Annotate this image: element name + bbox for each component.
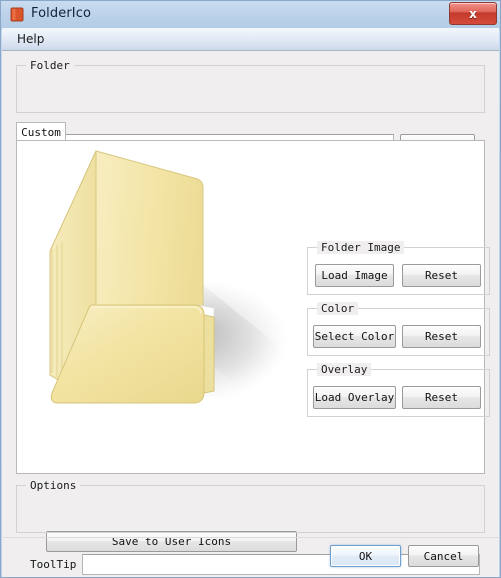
- overlay-group-label: Overlay: [317, 363, 372, 376]
- color-group-label: Color: [317, 302, 359, 315]
- load-image-button-label: Load Image: [321, 269, 388, 282]
- load-overlay-button-label: Load Overlay: [314, 391, 395, 404]
- ok-button-label: OK: [358, 549, 373, 563]
- reset-folder-image-button[interactable]: Reset: [402, 264, 481, 287]
- tab-control: Custom Folder Image Load Image Reset Col…: [16, 122, 490, 552]
- select-color-button[interactable]: Select Color: [313, 325, 396, 348]
- folder-image-group-label: Folder Image: [317, 241, 405, 254]
- close-icon: x: [469, 6, 477, 21]
- load-image-button[interactable]: Load Image: [315, 264, 394, 287]
- folder-group-label: Folder: [26, 59, 74, 72]
- reset-overlay-button[interactable]: Reset: [402, 386, 481, 409]
- cancel-button-label: Cancel: [423, 549, 464, 563]
- application-window: FolderIco x Help Folder Browse Custom: [0, 0, 501, 578]
- reset-overlay-button-label: Reset: [424, 391, 459, 404]
- app-folder-icon: [10, 7, 24, 22]
- tooltip-label: ToolTip: [30, 558, 77, 571]
- reset-color-button[interactable]: Reset: [402, 325, 481, 348]
- window-title: FolderIco: [31, 6, 92, 21]
- menu-item-help[interactable]: Help: [10, 31, 51, 47]
- menu-bar: Help: [2, 28, 499, 51]
- close-button[interactable]: x: [449, 2, 497, 25]
- bottom-separator: [3, 537, 500, 538]
- save-to-user-icons-button[interactable]: Save to User Icons: [46, 531, 297, 552]
- options-group-box: Options: [16, 479, 485, 533]
- open-folder-preview-icon: [28, 145, 293, 415]
- load-overlay-button[interactable]: Load Overlay: [313, 386, 396, 409]
- tab-page-custom: Folder Image Load Image Reset Color Sele…: [16, 140, 490, 552]
- tab-custom-label: Custom: [21, 125, 61, 139]
- reset-folder-image-button-label: Reset: [424, 269, 459, 282]
- cancel-button[interactable]: Cancel: [408, 545, 479, 567]
- select-color-button-label: Select Color: [314, 330, 395, 343]
- reset-color-button-label: Reset: [424, 330, 459, 343]
- tab-strip: Custom: [16, 122, 485, 141]
- tab-custom[interactable]: Custom: [16, 122, 66, 141]
- options-group-label: Options: [26, 479, 81, 492]
- folder-group-box: Folder: [16, 59, 485, 113]
- dialog-client-area: Folder Browse Custom: [2, 51, 500, 577]
- ok-button[interactable]: OK: [330, 545, 401, 567]
- title-bar: FolderIco x: [1, 1, 500, 29]
